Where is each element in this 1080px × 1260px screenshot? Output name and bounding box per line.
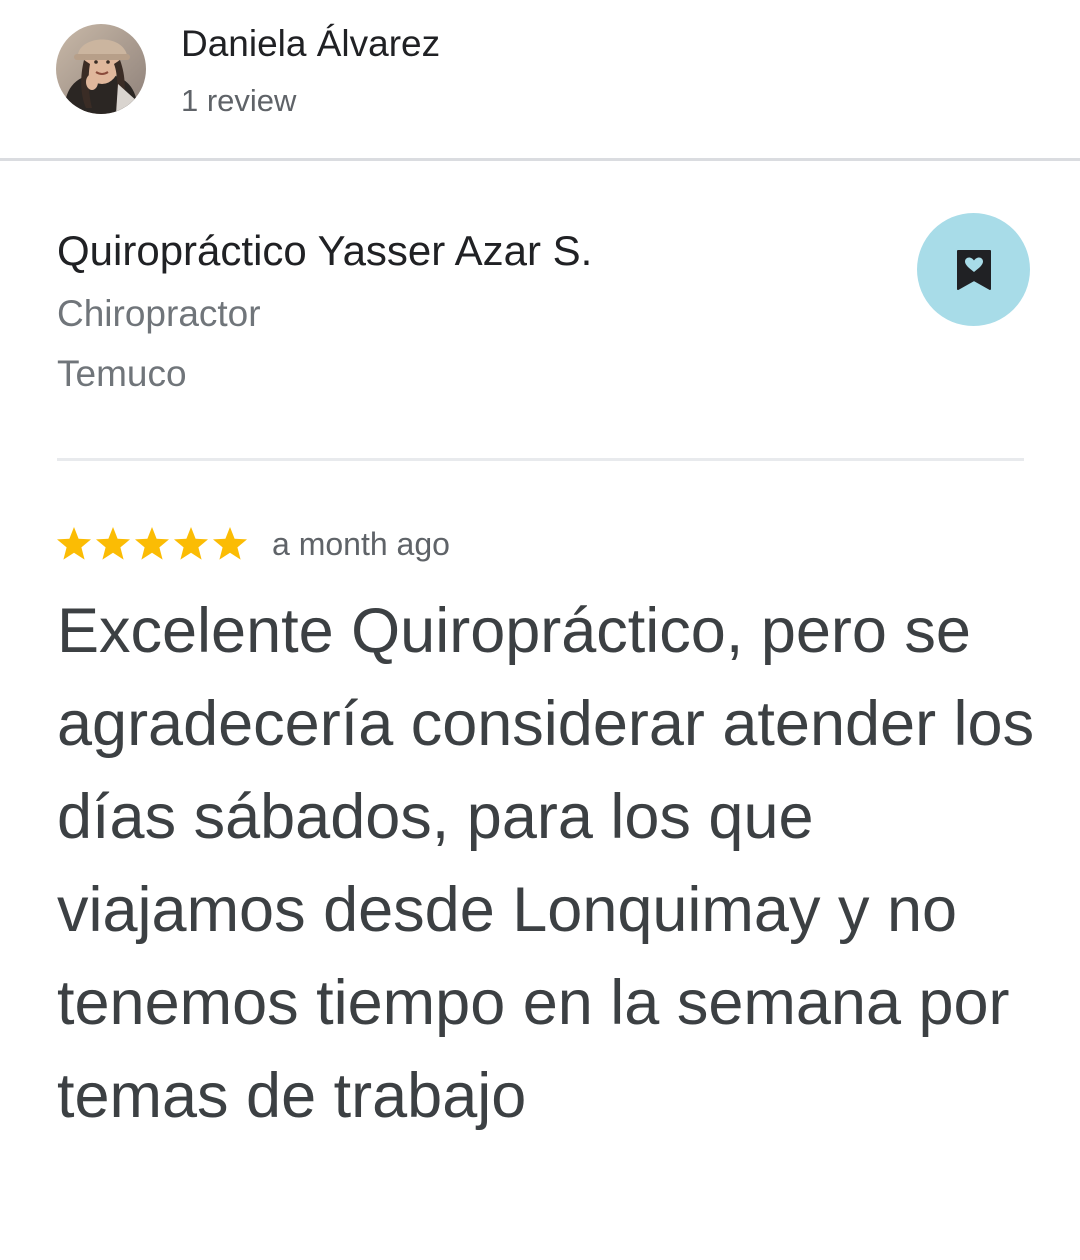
place-name[interactable]: Quiropráctico Yasser Azar S. [57,226,592,276]
star-filled-icon [57,527,91,560]
star-rating [55,525,250,563]
reviewer-review-count: 1 review [181,83,297,118]
avatar-photo [56,24,146,114]
star-filled-icon [96,527,130,560]
place-card[interactable]: Quiropráctico Yasser Azar S. Chiropracto… [0,161,1080,461]
rating-row: a month ago [55,522,450,566]
review-text: Excelente Quiropráctico, pero se agradec… [57,596,1035,1131]
avatar[interactable] [56,24,146,114]
review-time: a month ago [272,526,450,562]
reviewer-name[interactable]: Daniela Álvarez [181,22,440,66]
place-category: Chiropractor [57,293,261,334]
place-city: Temuco [57,353,187,394]
reviewer-header[interactable]: Daniela Álvarez 1 review [0,0,1080,160]
star-filled-icon [174,527,208,560]
star-filled-icon [213,527,247,560]
bookmark-heart-icon [956,249,991,290]
save-place-button[interactable] [917,213,1030,326]
divider [57,458,1024,461]
star-filled-icon [135,527,169,560]
